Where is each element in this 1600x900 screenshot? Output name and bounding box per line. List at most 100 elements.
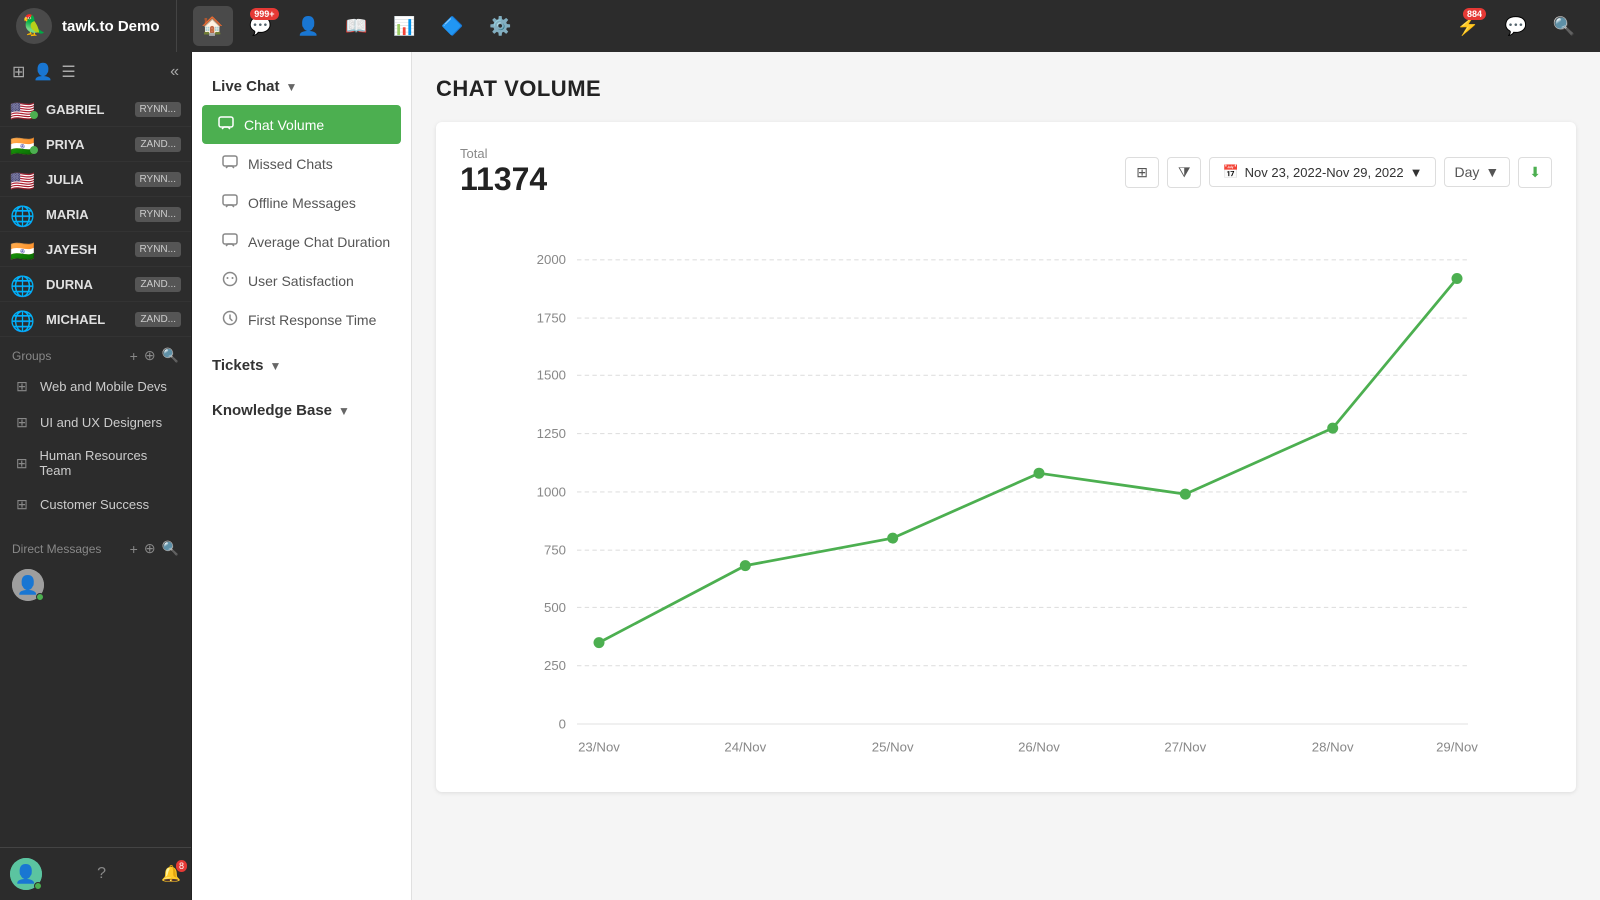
nav-item-icon	[222, 154, 238, 173]
svg-text:👤: 👤	[15, 863, 37, 884]
nav-right-actions: ⚡ 884 💬 🔍	[1448, 6, 1584, 46]
chart-action-buttons: ⊞ ⧩ 📅 Nov 23, 2022-Nov 29, 2022 ▼ Day ▼	[1125, 157, 1552, 188]
chart-area: CHAT VOLUME Total 11374 ⊞ ⧩ 📅	[412, 52, 1600, 900]
nav-item-label: Chat Volume	[244, 117, 324, 133]
search-group-icon[interactable]: 🔍	[162, 347, 179, 364]
tickets-arrow: ▼	[269, 359, 281, 373]
group-name: Web and Mobile Devs	[40, 379, 167, 394]
contact-name: MARIA	[46, 207, 127, 222]
nav-item-icon	[222, 271, 238, 290]
nav-search-btn[interactable]: 🔍	[1544, 6, 1584, 46]
nav-monitor-btn[interactable]: 🔷	[433, 6, 473, 46]
grid-view-button[interactable]: ⊞	[1125, 157, 1159, 188]
add-group-icon[interactable]: +	[130, 348, 138, 364]
group-item[interactable]: ⊞ Web and Mobile Devs	[0, 368, 191, 404]
contact-name: DURNA	[46, 277, 127, 292]
calendar-icon: 📅	[1222, 164, 1238, 180]
live-chat-arrow: ▼	[286, 80, 298, 94]
chat-item[interactable]: 🇺🇸 GABRIEL RYNN...	[0, 92, 191, 127]
chat-item[interactable]: 🇺🇸 JULIA RYNN...	[0, 162, 191, 197]
contact-name: JULIA	[46, 172, 127, 187]
chat-item[interactable]: 🇮🇳 PRIYA ZAND...	[0, 127, 191, 162]
analytics-nav-item-offline-messages[interactable]: Offline Messages	[192, 183, 411, 222]
analytics-nav-item-first-response[interactable]: First Response Time	[192, 300, 411, 339]
group-name: UI and UX Designers	[40, 415, 162, 430]
group-item[interactable]: ⊞ Human Resources Team	[0, 440, 191, 486]
bell-icon[interactable]: 🔔 8	[161, 864, 181, 884]
date-range-button[interactable]: 📅 Nov 23, 2022-Nov 29, 2022 ▼	[1209, 157, 1435, 187]
online-indicator	[30, 111, 38, 119]
analytics-nav-item-user-satisfaction[interactable]: User Satisfaction	[192, 261, 411, 300]
knowledge-base-section-title[interactable]: Knowledge Base ▼	[192, 392, 411, 429]
period-button[interactable]: Day ▼	[1444, 157, 1511, 187]
group-name: Human Resources Team	[40, 448, 179, 478]
data-point-2	[740, 560, 751, 571]
contact-label: RYNN...	[135, 102, 182, 117]
nav-home-btn[interactable]: 🏠	[193, 6, 233, 46]
svg-text:26/Nov: 26/Nov	[1018, 740, 1060, 755]
dm-icon2[interactable]: ⊕	[144, 540, 156, 557]
nav-notifications-btn[interactable]: ⚡ 884	[1448, 6, 1488, 46]
group-item[interactable]: ⊞ Customer Success	[0, 486, 191, 522]
collapse-icon[interactable]: «	[170, 63, 179, 81]
chat-item[interactable]: 🌐 MARIA RYNN...	[0, 197, 191, 232]
nav-item-label: First Response Time	[248, 312, 376, 328]
chat-item[interactable]: 🌐 DURNA ZAND...	[0, 267, 191, 302]
analytics-nav-item-avg-chat-duration[interactable]: Average Chat Duration	[192, 222, 411, 261]
live-chat-section-title[interactable]: Live Chat ▼	[192, 68, 411, 105]
contact-flag: 🌐	[10, 309, 38, 329]
logo-icon: 🦜	[16, 8, 52, 44]
top-navigation: 🦜 tawk.to Demo 🏠 💬 999+ 👤 📖 📊 🔷 ⚙️ ⚡ 884…	[0, 0, 1600, 52]
contact-flag: 🇺🇸	[10, 99, 38, 119]
svg-text:24/Nov: 24/Nov	[724, 740, 766, 755]
groups-list: ⊞ Web and Mobile Devs ⊞ UI and UX Design…	[0, 368, 191, 522]
contact-label: ZAND...	[135, 137, 181, 152]
person-icon: 👤	[33, 62, 53, 82]
svg-text:2000: 2000	[537, 252, 566, 267]
knowledge-base-section: Knowledge Base ▼	[192, 392, 411, 429]
analytics-navigation: Live Chat ▼ Chat Volume Missed Chats Off…	[192, 52, 412, 900]
dm-avatar: 👤	[12, 569, 44, 601]
chart-title: CHAT VOLUME	[436, 76, 1576, 102]
nav-settings-btn[interactable]: ⚙️	[481, 6, 521, 46]
chart-controls: Total 11374 ⊞ ⧩ 📅 Nov 23, 2022-Nov 29, 2…	[460, 146, 1552, 198]
contact-name: JAYESH	[46, 242, 127, 257]
nav-book-btn[interactable]: 📖	[337, 6, 377, 46]
svg-text:750: 750	[544, 543, 566, 558]
filter-button[interactable]: ⧩	[1167, 157, 1202, 188]
user-avatar[interactable]: 👤	[10, 858, 42, 890]
nav-messages-btn[interactable]: 💬	[1496, 6, 1536, 46]
group-icon: ⊞	[12, 412, 32, 432]
analytics-nav-item-chat-volume[interactable]: Chat Volume	[202, 105, 401, 144]
dm-item[interactable]: 👤	[0, 561, 191, 609]
menu-icon: ☰	[61, 62, 75, 82]
svg-text:27/Nov: 27/Nov	[1164, 740, 1206, 755]
svg-text:1000: 1000	[537, 484, 566, 499]
svg-text:1750: 1750	[537, 311, 566, 326]
group-icon: ⊞	[12, 376, 32, 396]
chat-item[interactable]: 🇮🇳 JAYESH RYNN...	[0, 232, 191, 267]
contact-flag: 🌐	[10, 274, 38, 294]
nav-item-icon	[222, 232, 238, 251]
nav-contacts-btn[interactable]: 👤	[289, 6, 329, 46]
chat-item[interactable]: 🌐 MICHAEL ZAND...	[0, 302, 191, 337]
chat-list: 🇺🇸 GABRIEL RYNN... 🇮🇳 PRIYA ZAND... 🇺🇸 J…	[0, 92, 191, 337]
download-button[interactable]: ⬇	[1518, 157, 1552, 188]
nav-item-icon	[218, 115, 234, 134]
nav-analytics-btn[interactable]: 📊	[385, 6, 425, 46]
search-dm-icon[interactable]: 🔍	[162, 540, 179, 557]
chart-total-label: Total	[460, 146, 547, 161]
analytics-nav-item-missed-chats[interactable]: Missed Chats	[192, 144, 411, 183]
data-point-5	[1180, 489, 1191, 500]
chat-badge: 999+	[250, 8, 278, 20]
group-item[interactable]: ⊞ UI and UX Designers	[0, 404, 191, 440]
add-dm-icon[interactable]: +	[130, 541, 138, 557]
help-icon[interactable]: ?	[97, 865, 106, 883]
group-icon2[interactable]: ⊕	[144, 347, 156, 364]
date-range-text: Nov 23, 2022-Nov 29, 2022	[1245, 165, 1404, 180]
tickets-section-title[interactable]: Tickets ▼	[192, 347, 411, 384]
nav-chat-btn[interactable]: 💬 999+	[241, 6, 281, 46]
svg-text:250: 250	[544, 658, 566, 673]
nav-item-icon	[222, 193, 238, 212]
contact-name: GABRIEL	[46, 102, 127, 117]
